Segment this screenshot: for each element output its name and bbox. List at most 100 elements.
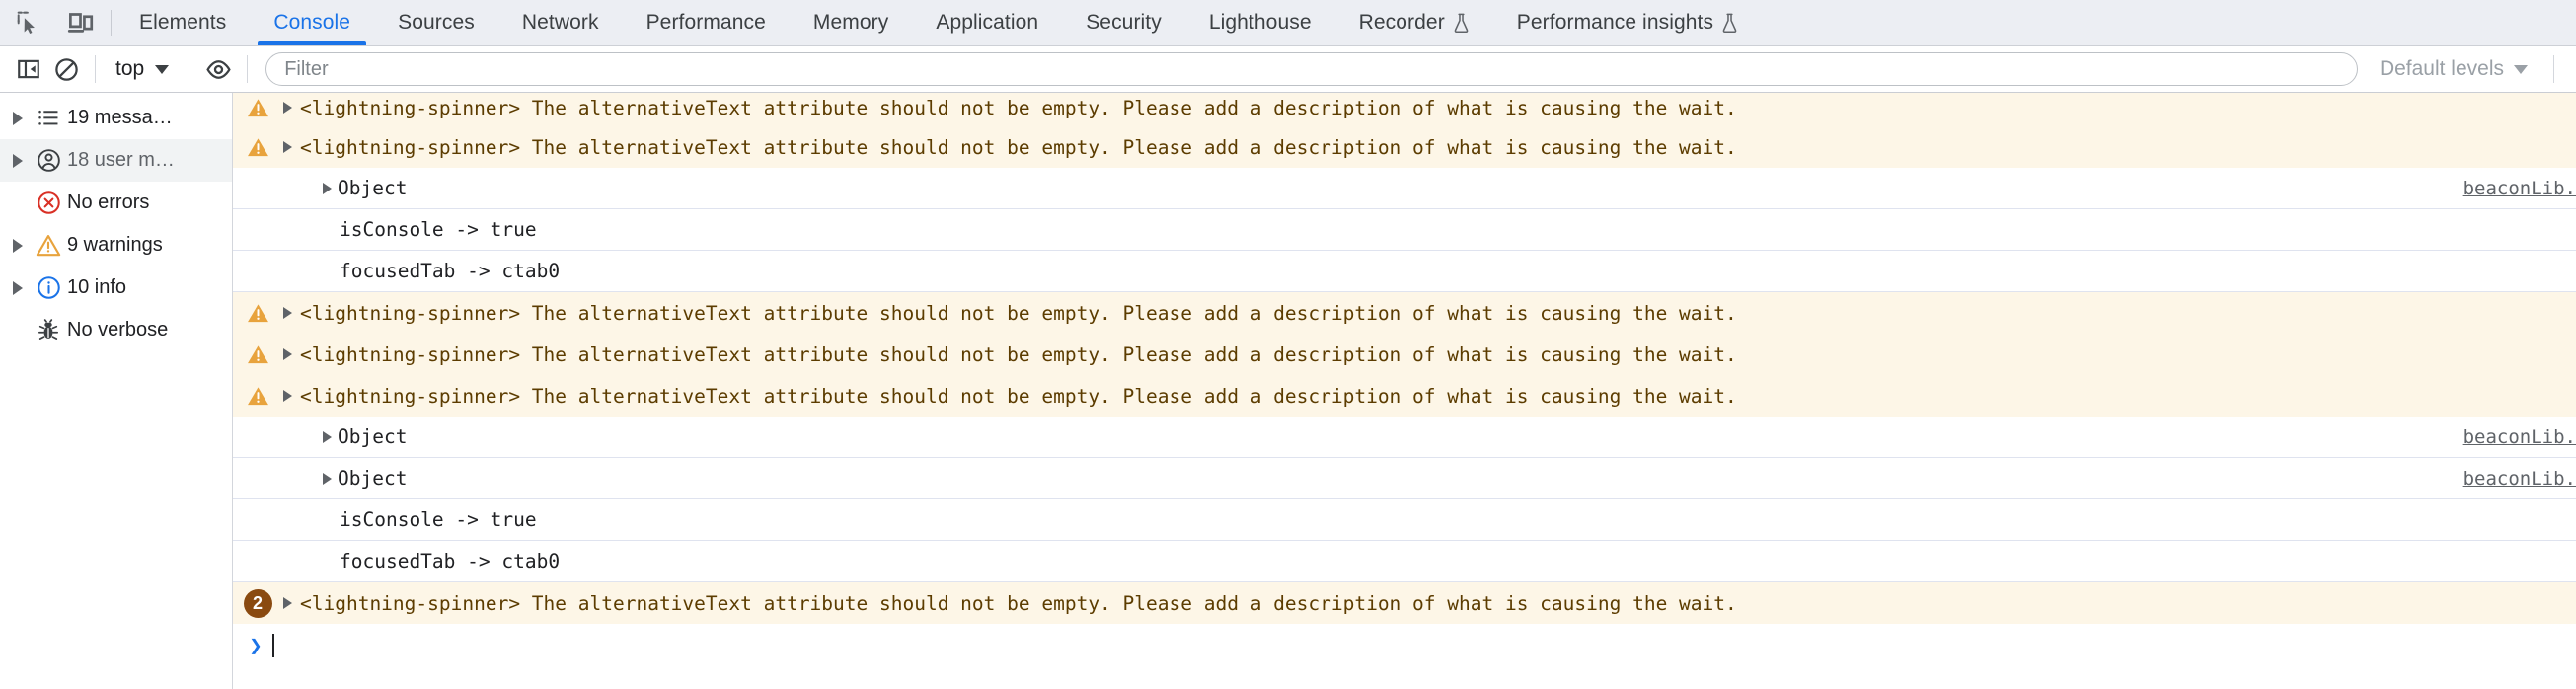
tab-performance[interactable]: Performance [623,0,790,45]
console-log-row[interactable]: focusedTab -> ctab0 [233,541,2576,582]
prompt-chevron-icon: ❯ [249,633,263,658]
error-icon [30,191,67,215]
disclosure-triangle-icon[interactable] [276,597,298,609]
disclosure-triangle-icon[interactable] [276,307,298,319]
console-message-text: isConsole -> true [340,508,537,531]
console-body: 19 messa… 18 user m… No errors 9 warning… [0,93,2576,689]
console-warning-row-grouped[interactable]: 2 <lightning-spinner> The alternativeTex… [233,582,2576,624]
tab-elements[interactable]: Elements [115,0,250,45]
tab-recorder[interactable]: Recorder [1335,0,1493,45]
sidebar-item-info[interactable]: 10 info [0,267,232,309]
tab-console[interactable]: Console [250,0,374,45]
console-object-entry[interactable]: Object [276,467,407,490]
tab-recorder-label: Recorder [1358,11,1445,34]
source-location-link[interactable]: beaconLib. [2457,467,2576,490]
console-warning-row[interactable]: <lightning-spinner> The alternativeText … [233,375,2576,417]
tab-security[interactable]: Security [1062,0,1185,45]
console-object-row[interactable]: Object beaconLib. [233,417,2576,458]
tab-network[interactable]: Network [498,0,623,45]
user-message-icon [30,148,67,173]
log-levels-value: Default levels [2379,57,2504,80]
inspect-element-icon[interactable] [14,8,43,38]
source-location-link[interactable]: beaconLib. [2457,177,2576,199]
execution-context-selector[interactable]: top [106,51,179,87]
console-object-label: Object [338,467,408,490]
chevron-down-icon [155,64,170,74]
sidebar-item-errors[interactable]: No errors [0,182,232,224]
sidebar-item-verbose[interactable]: No verbose [0,309,232,351]
tab-bar-divider [111,10,112,36]
device-toolbar-icon[interactable] [65,8,95,38]
console-log-row[interactable]: isConsole -> true [233,499,2576,541]
console-sidebar: 19 messa… 18 user m… No errors 9 warning… [0,93,233,689]
disclosure-triangle-icon[interactable] [6,111,30,125]
sidebar-item-warnings[interactable]: 9 warnings [0,224,232,267]
console-message-text: <lightning-spinner> The alternativeText … [300,135,1737,159]
console-message-list[interactable]: <lightning-spinner> The alternativeText … [233,93,2576,689]
tab-application[interactable]: Application [912,0,1062,45]
tab-performance-insights[interactable]: Performance insights [1493,0,1762,45]
repeat-count-badge: 2 [239,588,276,618]
tab-lighthouse-label: Lighthouse [1208,11,1312,34]
console-object-label: Object [338,177,408,199]
warning-icon [30,233,67,259]
source-location-link[interactable]: beaconLib. [2457,425,2576,448]
disclosure-triangle-icon[interactable] [276,390,298,402]
tab-application-label: Application [936,11,1039,34]
disclosure-triangle-icon[interactable] [316,472,338,485]
log-levels-selector[interactable]: Default levels [2358,57,2543,81]
warning-icon [239,343,276,367]
devtools-tab-bar: Elements Console Sources Network Perform… [0,0,2576,46]
show-console-sidebar-icon[interactable] [10,50,47,88]
sidebar-item-verbose-label: No verbose [67,319,169,341]
console-object-row[interactable]: Object beaconLib. [233,458,2576,499]
toolbar-divider [247,55,249,83]
console-message-text: <lightning-spinner> The alternativeText … [300,343,1737,366]
disclosure-triangle-icon[interactable] [6,280,30,295]
tab-sources[interactable]: Sources [374,0,498,45]
toolbar-divider [2553,55,2554,83]
console-object-entry[interactable]: Object [276,425,407,448]
disclosure-triangle-icon[interactable] [316,182,338,194]
console-warning-row[interactable]: <lightning-spinner> The alternativeText … [233,126,2576,168]
filter-input[interactable] [265,52,2358,86]
tab-sources-label: Sources [398,11,475,34]
console-message-text: isConsole -> true [340,218,537,241]
sidebar-item-messages[interactable]: 19 messa… [0,97,232,139]
console-message-text: <lightning-spinner> The alternativeText … [300,591,1737,615]
console-warning-row[interactable]: <lightning-spinner> The alternativeText … [233,292,2576,334]
warning-icon [239,135,276,160]
tab-bar-tool-icons [0,0,105,45]
sidebar-item-info-label: 10 info [67,276,127,298]
experiment-flask-icon [1721,13,1738,34]
info-icon [30,275,67,300]
console-log-row[interactable]: focusedTab -> ctab0 [233,251,2576,292]
sidebar-item-user-messages-label: 18 user m… [67,149,175,171]
disclosure-triangle-icon[interactable] [316,430,338,443]
console-object-label: Object [338,425,408,448]
disclosure-triangle-icon[interactable] [6,153,30,168]
tab-performance-label: Performance [645,11,766,34]
disclosure-triangle-icon[interactable] [276,348,298,360]
disclosure-triangle-icon[interactable] [276,141,298,153]
console-warning-row[interactable]: <lightning-spinner> The alternativeText … [233,334,2576,375]
warning-icon [239,96,276,120]
clear-console-icon[interactable] [47,50,85,88]
tab-memory[interactable]: Memory [790,0,912,45]
disclosure-triangle-icon[interactable] [6,238,30,253]
console-log-row[interactable]: isConsole -> true [233,209,2576,251]
tab-memory-label: Memory [812,11,889,34]
create-live-expression-icon[interactable] [199,50,237,88]
tab-console-label: Console [273,11,351,34]
console-prompt[interactable]: ❯ [233,624,2576,667]
console-object-row[interactable]: Object beaconLib. [233,168,2576,209]
sidebar-item-user-messages[interactable]: 18 user m… [0,139,232,182]
console-message-text: <lightning-spinner> The alternativeText … [300,96,1737,119]
tab-lighthouse[interactable]: Lighthouse [1185,0,1335,45]
console-message-text: <lightning-spinner> The alternativeText … [300,301,1737,325]
console-object-entry[interactable]: Object [276,177,407,199]
console-warning-row[interactable]: <lightning-spinner> The alternativeText … [233,93,2576,126]
disclosure-triangle-icon[interactable] [276,102,298,114]
tab-performance-insights-label: Performance insights [1516,11,1714,34]
console-message-text: <lightning-spinner> The alternativeText … [300,384,1737,408]
